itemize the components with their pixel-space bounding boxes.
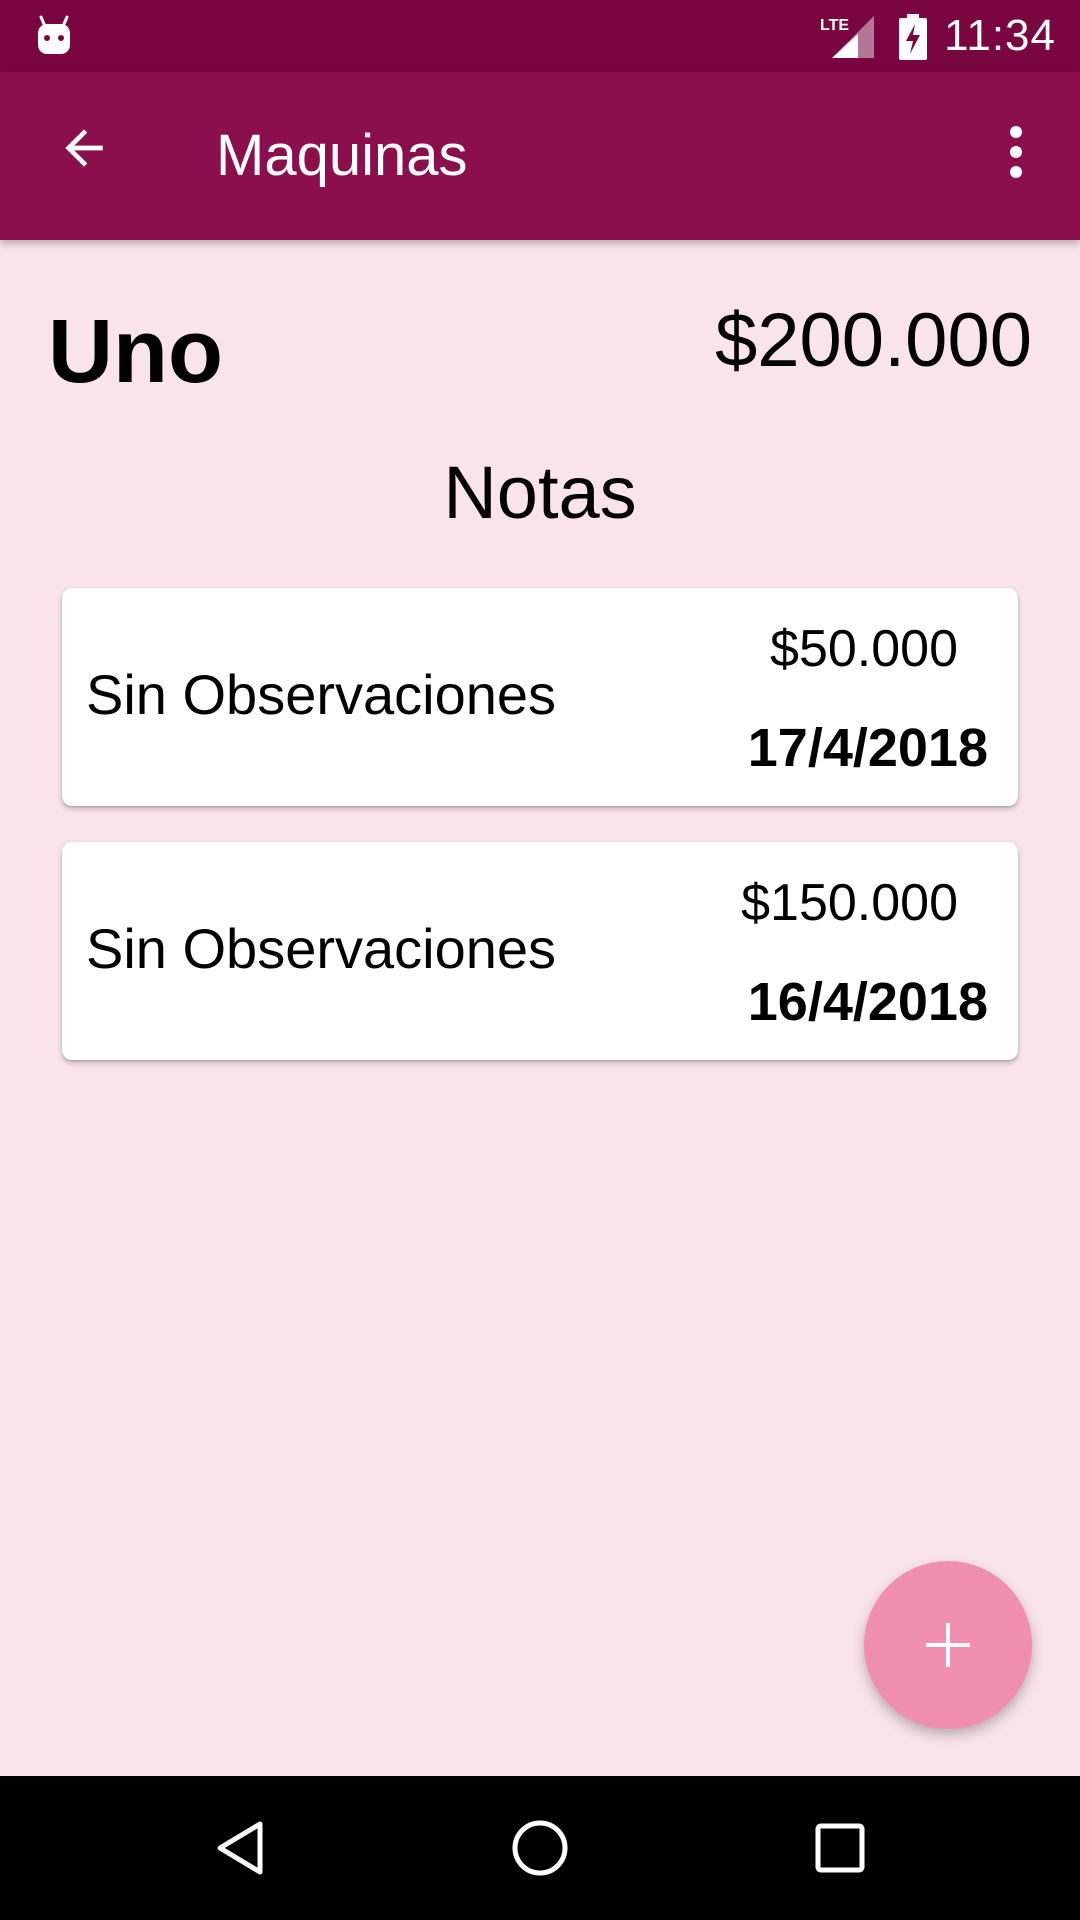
navigation-bar	[0, 1776, 1080, 1920]
machine-total: $200.000	[715, 298, 1032, 383]
svg-text:LTE: LTE	[820, 17, 849, 34]
recents-square-icon	[815, 1823, 865, 1873]
more-vertical-icon	[1010, 126, 1022, 178]
status-clock: 11:34	[944, 11, 1056, 60]
note-observation: Sin Observaciones	[86, 663, 557, 726]
note-date: 17/4/2018	[747, 718, 988, 778]
add-note-button[interactable]	[864, 1561, 1032, 1729]
nav-home-button[interactable]	[500, 1808, 580, 1888]
battery-charging-icon	[899, 14, 927, 60]
back-button[interactable]	[48, 112, 120, 184]
notes-section-title: Notas	[443, 451, 637, 534]
back-triangle-icon	[217, 1821, 263, 1875]
note-observation: Sin Observaciones	[86, 917, 557, 980]
status-bar: LTE 11:34	[0, 0, 1080, 72]
home-circle-icon	[512, 1820, 568, 1876]
page-title: Maquinas	[216, 123, 468, 188]
note-amount: $150.000	[741, 874, 958, 932]
note-date: 16/4/2018	[747, 972, 988, 1032]
machine-name: Uno	[48, 302, 223, 402]
screen: LTE 11:34 Maquinas Uno $200.000 Notas Si…	[0, 0, 1080, 1920]
note-amount: $50.000	[770, 620, 958, 678]
note-card[interactable]: Sin Observaciones $150.000 16/4/2018	[62, 842, 1018, 1060]
note-card[interactable]: Sin Observaciones $50.000 17/4/2018	[62, 588, 1018, 806]
arrow-back-icon	[65, 129, 103, 167]
lte-signal-icon: LTE	[820, 16, 874, 58]
android-icon	[38, 15, 70, 54]
app-bar: Maquinas	[0, 72, 1080, 240]
plus-icon	[926, 1623, 970, 1667]
nav-back-button[interactable]	[200, 1808, 280, 1888]
nav-recents-button[interactable]	[800, 1808, 880, 1888]
overflow-menu-button[interactable]	[980, 112, 1052, 192]
